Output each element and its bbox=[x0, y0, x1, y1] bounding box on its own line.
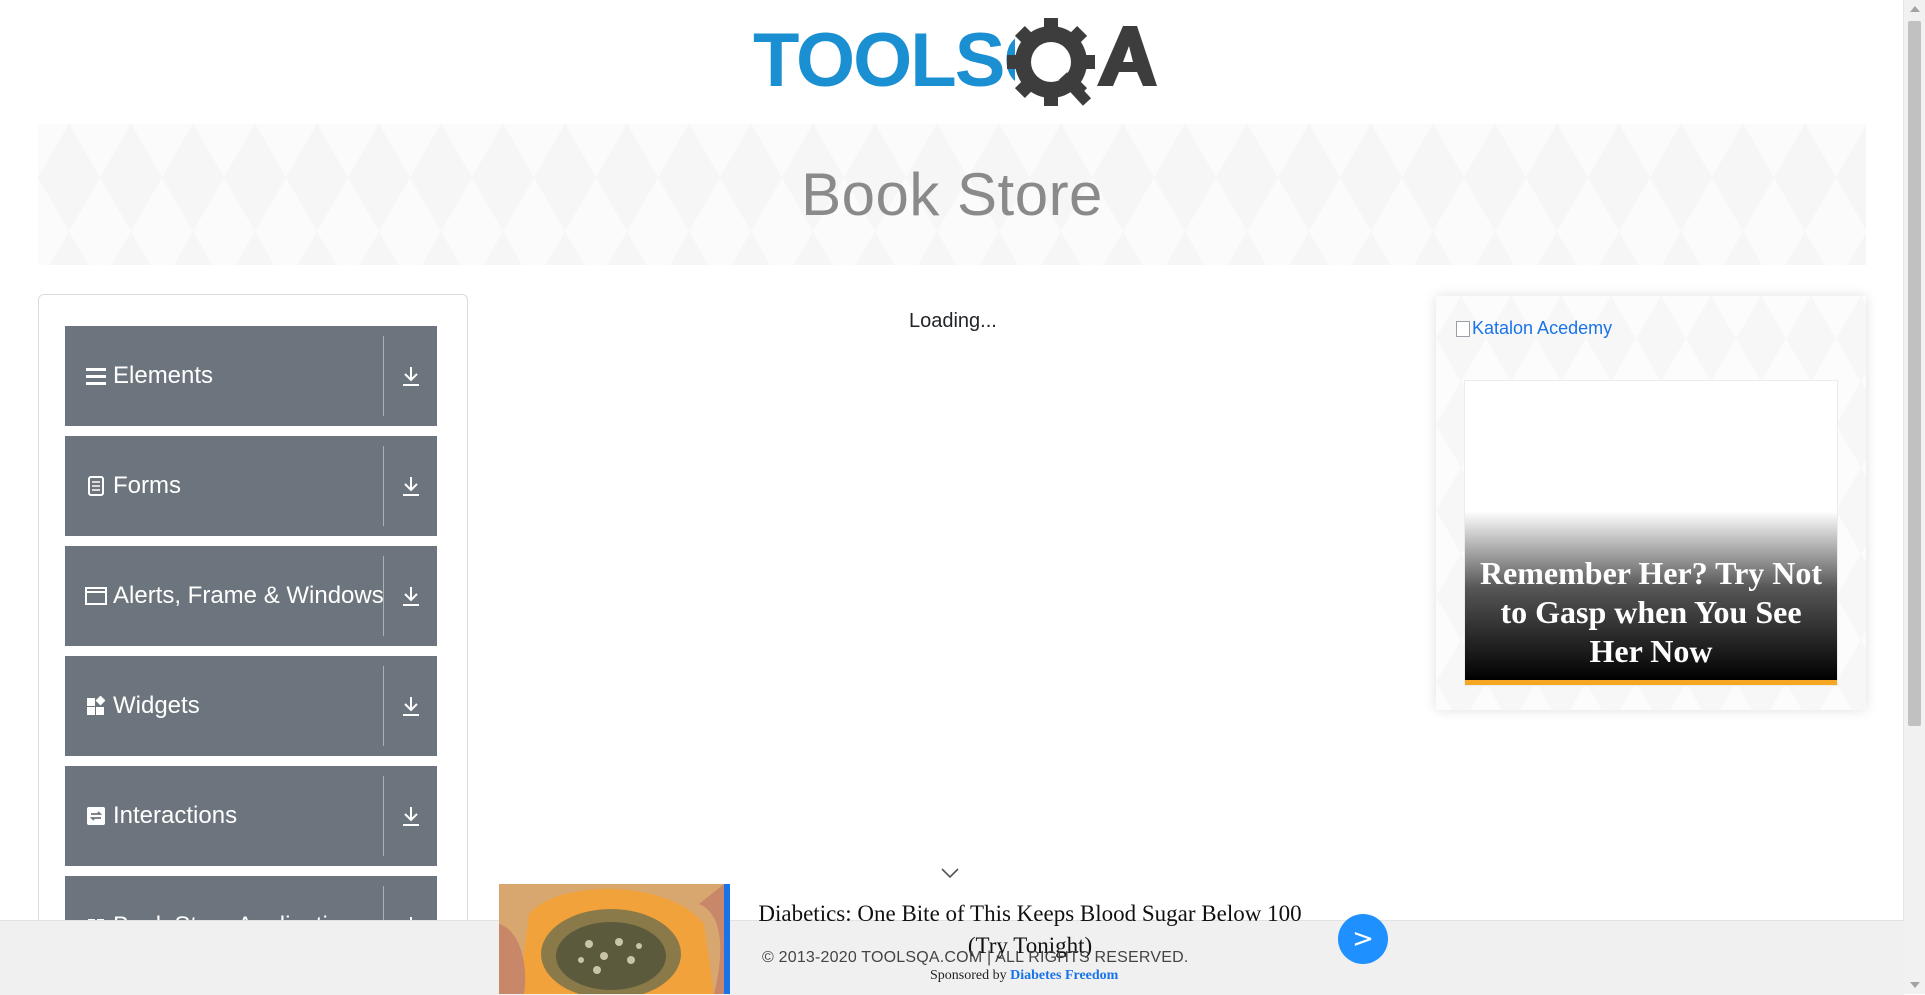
sponsored-label: Sponsored by bbox=[930, 968, 1007, 983]
download-icon[interactable] bbox=[384, 656, 437, 756]
scroll-down-arrow-icon[interactable] bbox=[1910, 982, 1920, 988]
katalon-academy-link[interactable]: Katalon Acedemy bbox=[1456, 318, 1612, 339]
ad-thumbnail-image[interactable] bbox=[499, 884, 724, 994]
sidebar-group-label: Widgets bbox=[113, 692, 200, 719]
sponsor-link[interactable]: Diabetes Freedom bbox=[1010, 968, 1118, 983]
sidebar-group-label: Alerts, Frame & Windows bbox=[113, 582, 384, 609]
widgets-icon bbox=[85, 695, 107, 717]
scroll-up-arrow-icon[interactable] bbox=[1910, 6, 1920, 12]
sidebar-group-interactions[interactable]: Interactions bbox=[65, 766, 437, 866]
left-sidebar: Elements Forms Alerts, Frame & Windows W… bbox=[38, 294, 468, 995]
download-icon[interactable] bbox=[384, 546, 437, 646]
download-icon[interactable] bbox=[384, 766, 437, 866]
toolsqa-logo-image: TOOLSQA bbox=[753, 18, 1157, 114]
page-banner: Book Store bbox=[38, 124, 1866, 265]
sidebar-group-alerts-frame-windows[interactable]: Alerts, Frame & Windows bbox=[65, 546, 437, 646]
right-ad-panel: Katalon Acedemy Remember Her? Try Not to… bbox=[1436, 296, 1866, 710]
toolsqa-logo[interactable]: TOOLSQA bbox=[753, 18, 1157, 114]
sidebar-group-label: Forms bbox=[113, 472, 181, 499]
sidebar-group-elements[interactable]: Elements bbox=[65, 326, 437, 426]
vertical-scrollbar[interactable] bbox=[1903, 0, 1925, 994]
ad-accent-bar bbox=[1465, 680, 1837, 685]
broken-image-icon bbox=[1456, 320, 1470, 337]
download-icon[interactable] bbox=[384, 326, 437, 426]
interactions-icon bbox=[85, 805, 107, 827]
scrollbar-thumb[interactable] bbox=[1908, 21, 1921, 726]
page-title: Book Store bbox=[801, 161, 1103, 228]
window-icon bbox=[85, 585, 107, 607]
sponsored-line: Sponsored by Diabetes Freedom bbox=[930, 968, 1118, 984]
sidebar-group-label: Elements bbox=[113, 362, 214, 389]
ad-accent-bar bbox=[724, 884, 730, 994]
download-icon[interactable] bbox=[384, 436, 437, 536]
copyright-text: © 2013-2020 TOOLSQA.COM | ALL RIGHTS RES… bbox=[762, 949, 1189, 966]
ad-card[interactable]: Remember Her? Try Not to Gasp when You S… bbox=[1464, 380, 1838, 686]
ad-headline[interactable]: Remember Her? Try Not to Gasp when You S… bbox=[1475, 554, 1827, 671]
loading-text: Loading... bbox=[909, 310, 997, 332]
sidebar-group-widgets[interactable]: Widgets bbox=[65, 656, 437, 756]
chevron-down-icon[interactable] bbox=[940, 866, 960, 880]
hamburger-icon bbox=[85, 365, 107, 387]
ad-next-button[interactable]: > bbox=[1338, 914, 1388, 964]
document-icon bbox=[85, 475, 107, 497]
sidebar-group-forms[interactable]: Forms bbox=[65, 436, 437, 536]
katalon-alt-text: Katalon Acedemy bbox=[1472, 318, 1613, 338]
sidebar-group-label: Interactions bbox=[113, 802, 238, 829]
